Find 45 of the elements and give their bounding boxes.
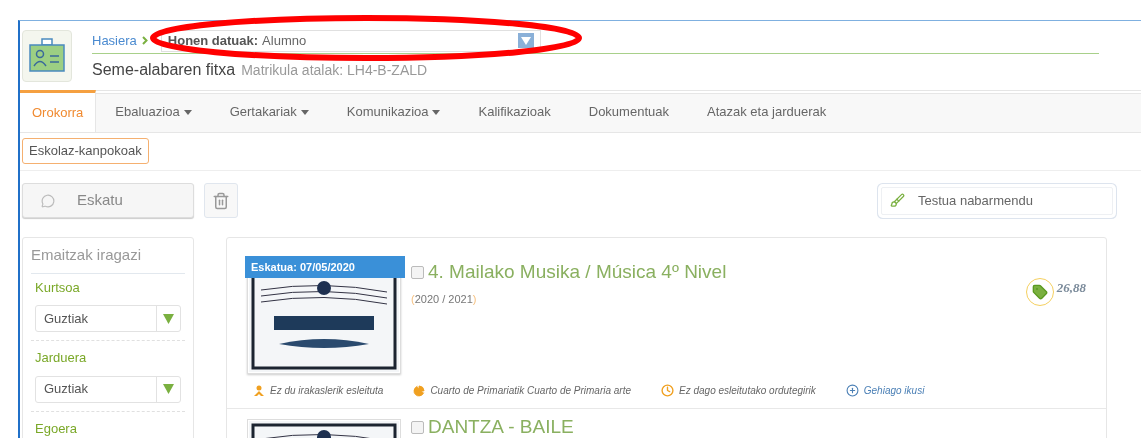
detail-text: Ez dago esleitutako ordutegirik xyxy=(679,384,816,398)
chevron-icon xyxy=(141,36,148,45)
tab[interactable]: Dokumentuak xyxy=(569,92,688,132)
filter-title: Emaitzak iragazi xyxy=(31,244,185,274)
home-link[interactable]: Hasiera xyxy=(92,30,137,51)
tab[interactable]: Komunikazioa xyxy=(327,92,460,132)
filter-select[interactable]: Guztiak xyxy=(35,375,181,403)
dropdown-icon xyxy=(163,384,174,394)
tab[interactable]: Atazak eta jarduerak xyxy=(687,92,846,132)
subtab-button[interactable]: Eskolaz-kanpokoak xyxy=(22,138,149,164)
select-checkbox[interactable] xyxy=(411,265,424,279)
person-icon xyxy=(253,384,265,397)
trash-icon xyxy=(212,191,230,210)
tab[interactable]: Kalifikazioak xyxy=(459,92,570,132)
activity-title: 4. Mailako Musika / Música 4º Nivel xyxy=(428,260,727,284)
select-checkbox[interactable] xyxy=(411,420,424,434)
plus-icon xyxy=(845,384,859,397)
brush-icon xyxy=(890,192,905,208)
request-date-badge: Eskatua: 07/05/2020 xyxy=(245,256,405,278)
selector-label: Honen datuak: xyxy=(167,31,259,50)
delete-button[interactable] xyxy=(204,183,238,218)
selector-value: Alumno xyxy=(262,31,307,50)
filter-select[interactable]: Guztiak xyxy=(35,305,181,332)
tab[interactable]: Gertakariak xyxy=(210,92,328,132)
data-selector[interactable]: Honen datuak: Alumno xyxy=(160,29,541,52)
clock-icon xyxy=(661,384,675,397)
school-year: (2020 / 2021) xyxy=(411,291,478,307)
tab[interactable]: Ebaluazioa xyxy=(96,92,211,132)
dropdown-icon xyxy=(163,313,174,324)
filter-label: Egoera xyxy=(34,419,78,438)
highlight-field[interactable]: Testua nabarmendu xyxy=(881,186,1113,215)
filter-label: Kurtsoa xyxy=(34,278,81,297)
activity-title: DANTZA - BAILE xyxy=(428,415,574,438)
see-more-link[interactable]: Gehiago ikusi xyxy=(863,383,925,398)
speech-bubble-icon xyxy=(41,193,55,208)
profile-card-icon xyxy=(22,30,72,82)
detail-text: Cuarto de Primariatik Cuarto de Primaria arte xyxy=(430,384,632,398)
dropdown-icon xyxy=(517,33,534,48)
detail-text: Ez du irakaslerik esleituta xyxy=(270,384,384,398)
page-title: Seme-alabaren fitxa xyxy=(92,60,236,80)
pie-chart-icon xyxy=(413,384,426,397)
request-button[interactable]: Eskatu xyxy=(22,183,194,218)
page-subtitle: Matrikula atalak: LH4-B-ZALD xyxy=(241,61,428,80)
filter-label: Jarduera xyxy=(34,349,88,367)
price: 26,88 xyxy=(1056,279,1086,297)
